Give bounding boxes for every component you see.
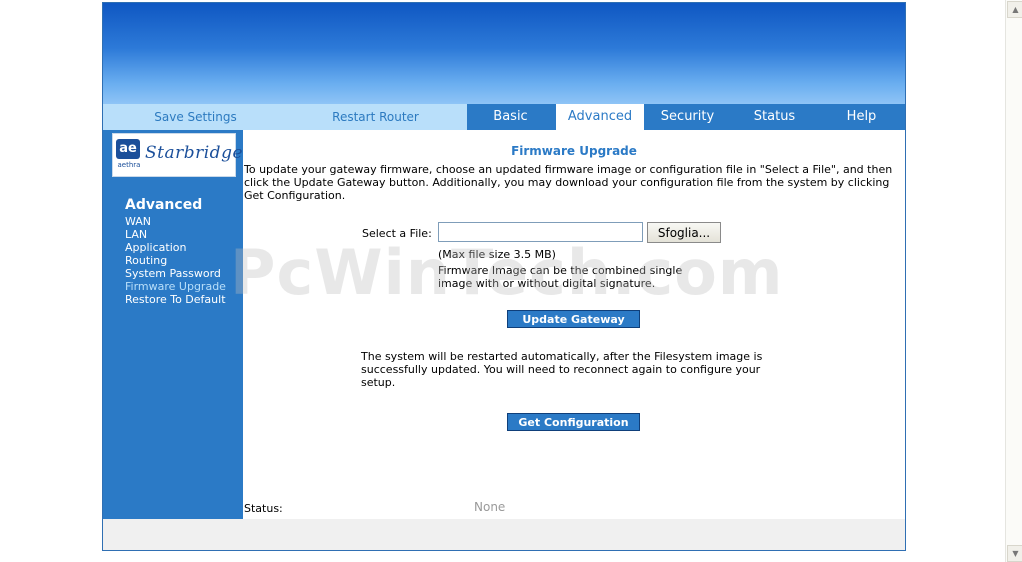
tab-advanced[interactable]: Advanced xyxy=(556,104,644,130)
aethra-logo-icon: ae xyxy=(116,139,140,159)
vertical-scrollbar[interactable]: ▲ ▼ xyxy=(1005,0,1022,562)
sidebar-item-system-password[interactable]: System Password xyxy=(125,267,221,280)
sidebar-item-lan[interactable]: LAN xyxy=(125,228,147,241)
sidebar-item-routing[interactable]: Routing xyxy=(125,254,167,267)
save-settings-link[interactable]: Save Settings xyxy=(123,104,268,130)
sidebar-item-firmware-upgrade[interactable]: Firmware Upgrade xyxy=(125,280,226,293)
scroll-down-icon[interactable]: ▼ xyxy=(1007,545,1022,562)
tab-status[interactable]: Status xyxy=(731,104,818,130)
logo-product: Starbridge xyxy=(145,143,244,163)
tab-security[interactable]: Security xyxy=(644,104,731,130)
status-label: Status: xyxy=(244,502,283,515)
nav-bar: Save Settings Restart Router Basic Advan… xyxy=(103,104,905,130)
page-title: Firmware Upgrade xyxy=(511,144,637,158)
select-file-label: Select a File: xyxy=(362,227,432,240)
sidebar: ae aethra Starbridge Advanced WAN LAN Ap… xyxy=(103,130,243,519)
logo-company: aethra xyxy=(117,161,141,169)
header-banner xyxy=(103,3,905,104)
get-configuration-button[interactable]: Get Configuration xyxy=(507,413,640,431)
tab-help[interactable]: Help xyxy=(818,104,905,130)
browse-button[interactable]: Sfoglia... xyxy=(647,222,721,243)
main-tabs: Basic Advanced Security Status Help xyxy=(467,104,905,130)
status-value: None xyxy=(474,500,506,514)
router-page: Save Settings Restart Router Basic Advan… xyxy=(102,2,906,551)
restart-note: The system will be restarted automatical… xyxy=(361,350,763,389)
scroll-up-icon[interactable]: ▲ xyxy=(1007,1,1022,18)
sidebar-item-wan[interactable]: WAN xyxy=(125,215,151,228)
main-content: Firmware Upgrade To update your gateway … xyxy=(243,130,905,519)
intro-text: To update your gateway firmware, choose … xyxy=(244,163,893,202)
file-path-input[interactable] xyxy=(438,222,643,242)
firmware-image-note: Firmware Image can be the combined singl… xyxy=(438,264,683,290)
update-gateway-button[interactable]: Update Gateway xyxy=(507,310,640,328)
max-file-size-note: (Max file size 3.5 MB) xyxy=(438,248,556,261)
tab-basic[interactable]: Basic xyxy=(467,104,554,130)
footer-bar xyxy=(103,519,905,550)
restart-router-link[interactable]: Restart Router xyxy=(303,104,448,130)
sidebar-title: Advanced xyxy=(125,197,203,213)
sidebar-item-restore-to-default[interactable]: Restore To Default xyxy=(125,293,226,306)
sidebar-item-application[interactable]: Application xyxy=(125,241,186,254)
aethra-starbridge-logo: ae aethra Starbridge xyxy=(112,133,243,177)
